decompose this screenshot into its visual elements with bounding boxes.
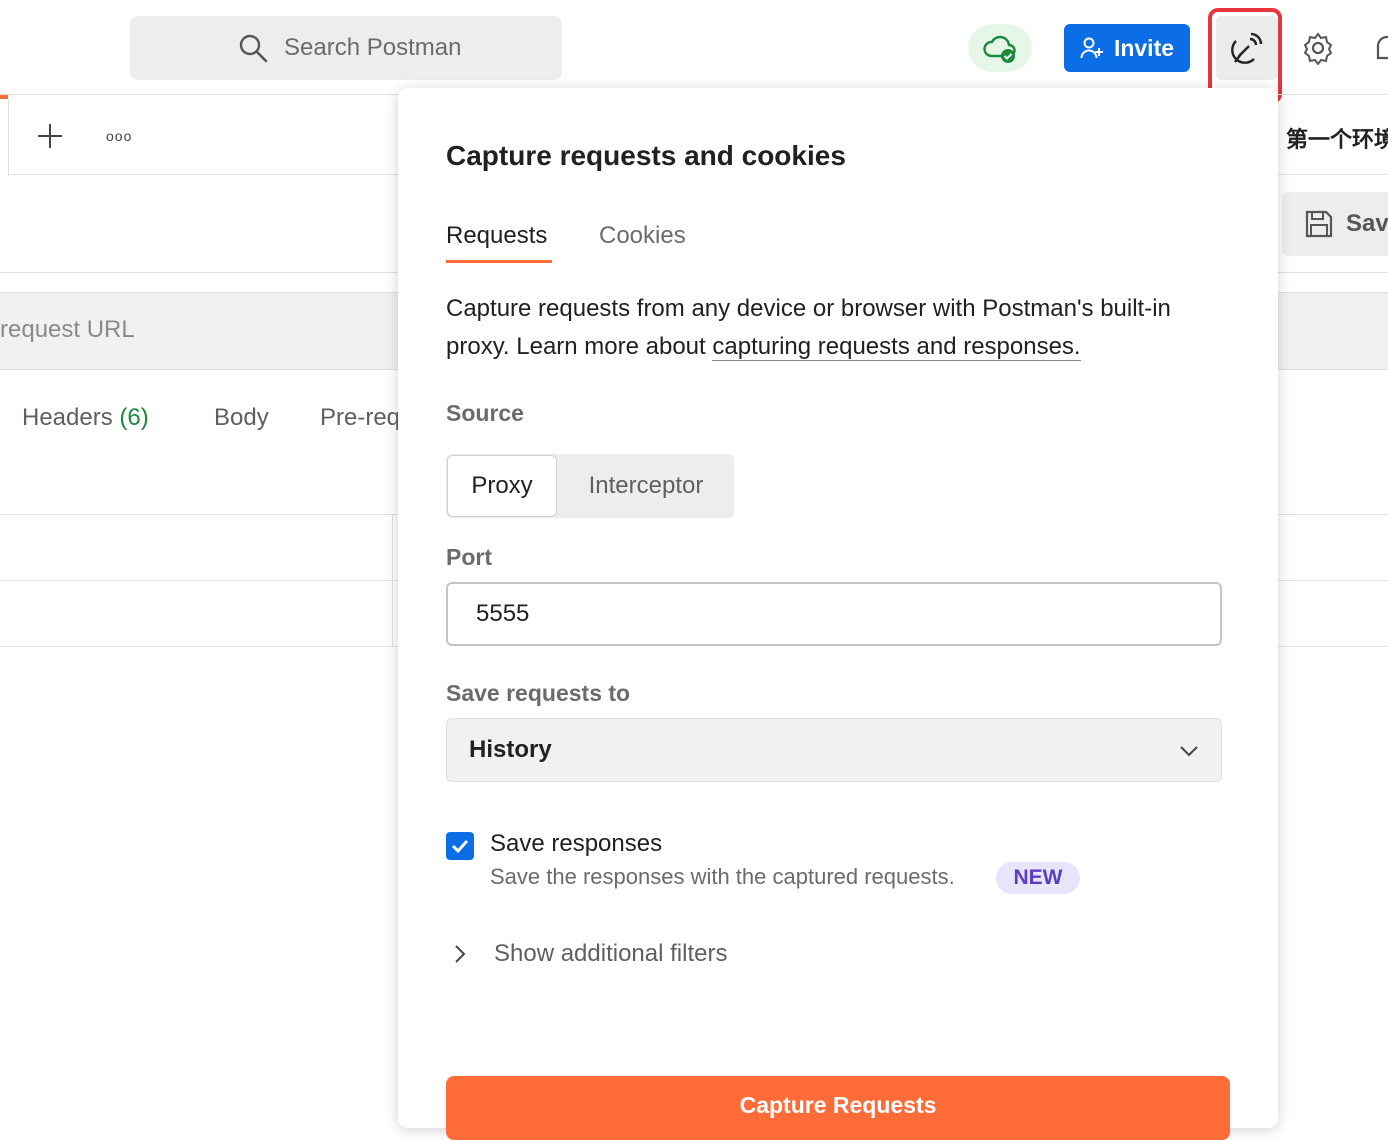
filters-label: Show additional filters [494,940,728,967]
more-tabs-button[interactable]: ooo [106,128,132,144]
tab-body[interactable]: Body [214,404,269,432]
new-badge: NEW [996,862,1080,894]
search-placeholder: Search Postman [284,34,462,61]
save-responses-checkbox[interactable] [446,832,474,860]
gear-icon [1303,32,1333,65]
url-input-placeholder[interactable]: request URL [0,316,135,344]
save-responses-label: Save responses [490,830,663,857]
save-icon [1305,210,1333,238]
save-to-value: History [469,736,552,763]
headers-count: (6) [119,404,149,431]
invite-label: Invite [1113,34,1175,61]
source-label: Source [446,400,524,426]
chevron-down-icon [1180,746,1198,757]
chevron-right-icon [455,945,466,963]
cloud-sync-icon [983,35,1016,63]
divider [392,514,393,646]
tab-pre-request[interactable]: Pre-req [320,404,400,432]
check-icon [451,839,469,854]
divider [8,100,9,176]
port-input[interactable]: 5555 [446,582,1222,646]
description: Capture requests from any device or brow… [446,290,1236,366]
tab-headers[interactable]: Headers (6) [22,404,149,432]
tab-cookies[interactable]: Cookies [599,222,686,250]
active-tab-indicator [0,95,8,99]
save-button[interactable]: Save [1282,192,1388,256]
source-option-interceptor[interactable]: Interceptor [560,455,732,517]
learn-more-link[interactable]: capturing requests and responses. [712,333,1081,361]
save-label: Save [1346,210,1388,237]
save-to-select[interactable]: History [446,718,1222,782]
environment-name[interactable]: 第一个环境 [1286,122,1388,154]
active-tab-underline [446,260,552,263]
notifications-button[interactable] [1372,28,1388,68]
tab-requests[interactable]: Requests [446,222,547,250]
save-to-label: Save requests to [446,680,631,706]
tab-headers-label: Headers [22,404,113,431]
port-label: Port [446,544,492,570]
settings-button[interactable] [1298,28,1338,68]
capture-requests-cta[interactable]: Capture Requests [446,1076,1230,1140]
plus-icon [38,124,62,148]
show-additional-filters[interactable]: Show additional filters [446,940,727,968]
save-responses-description: Save the responses with the captured req… [490,864,955,889]
bell-icon [1376,35,1388,60]
source-option-proxy[interactable]: Proxy [447,455,557,517]
new-tab-button[interactable] [36,122,64,150]
cloud-sync-status[interactable] [968,24,1032,72]
search-icon [239,34,268,63]
invite-button[interactable]: Invite [1064,24,1190,72]
popover-title: Capture requests and cookies [446,140,846,171]
add-user-icon [1080,37,1103,59]
search-bar[interactable]: Search Postman [130,16,562,80]
